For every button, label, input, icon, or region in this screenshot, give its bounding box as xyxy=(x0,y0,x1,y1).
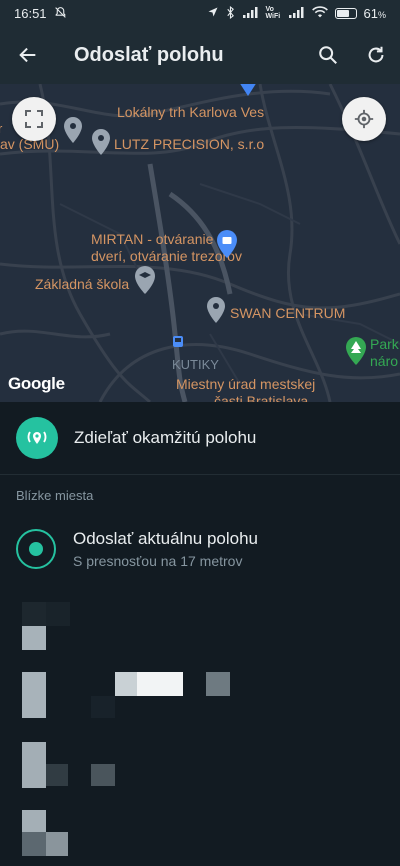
poi-label[interactable]: Park xyxy=(370,336,399,353)
vowifi-label: Vo WiFi xyxy=(265,6,281,20)
park-pin-icon[interactable] xyxy=(345,337,367,365)
poi-label[interactable]: MIRTAN - otváranie xyxy=(91,231,213,248)
share-live-location-row[interactable]: Zdieľať okamžitú polohu xyxy=(0,402,400,474)
status-time: 16:51 xyxy=(14,5,47,21)
list-item[interactable] xyxy=(0,668,400,726)
fullscreen-button[interactable] xyxy=(12,97,56,141)
poi-label[interactable]: SWAN CENTRUM xyxy=(230,305,345,322)
grey-pin-icon[interactable] xyxy=(91,129,111,155)
grey-pin-icon[interactable] xyxy=(206,297,226,323)
google-logo: Google xyxy=(8,374,65,393)
bluetooth-icon xyxy=(226,5,236,21)
shopping-pin-icon[interactable] xyxy=(216,230,238,258)
divider xyxy=(0,474,400,475)
transit-stop-icon[interactable] xyxy=(172,336,184,350)
list-item[interactable] xyxy=(0,740,400,798)
app-bar: Odoslať polohu xyxy=(0,26,400,84)
battery-percent: 61% xyxy=(363,5,386,21)
live-location-icon xyxy=(16,417,58,459)
location-arrow-icon xyxy=(207,6,219,20)
area-label[interactable]: KUTIKY xyxy=(172,356,219,373)
poi-label[interactable]: časti Bratislava xyxy=(214,393,308,402)
poi-label[interactable]: Miestny úrad mestskej xyxy=(176,376,315,393)
signal-icon xyxy=(242,6,259,20)
crosshair-icon xyxy=(354,109,374,129)
fullscreen-icon xyxy=(25,110,43,128)
current-location-accuracy: S presnosťou na 17 metrov xyxy=(73,553,243,569)
place-marker-icon[interactable] xyxy=(239,84,257,96)
list-item[interactable] xyxy=(0,808,400,866)
school-pin-icon[interactable] xyxy=(134,266,156,294)
search-icon xyxy=(319,46,337,64)
page-title: Odoslať polohu xyxy=(74,43,224,66)
bell-off-icon xyxy=(54,6,67,21)
signal-icon-2 xyxy=(288,6,305,20)
refresh-icon xyxy=(368,46,384,63)
status-bar: 16:51 Vo WiFi 61% xyxy=(0,0,400,26)
send-current-location-row[interactable]: Odoslať aktuálnu polohu S presnosťou na … xyxy=(0,518,400,580)
map-view[interactable]: Lokálny trh Karlova Ves rove LUTZ PRECIS… xyxy=(0,84,400,402)
wifi-icon xyxy=(311,6,328,20)
my-location-button[interactable] xyxy=(342,97,386,141)
refresh-button[interactable] xyxy=(352,26,400,84)
list-item[interactable] xyxy=(0,596,400,654)
poi-label[interactable]: náro xyxy=(370,353,398,370)
back-button[interactable] xyxy=(0,26,56,84)
poi-label[interactable]: LUTZ PRECISION, s.r.o xyxy=(114,136,264,153)
poi-label[interactable]: Lokálny trh Karlova Ves xyxy=(117,104,264,121)
arrow-left-icon xyxy=(19,47,36,63)
nearby-places-header: Blízke miesta xyxy=(16,488,94,503)
battery-icon xyxy=(334,7,357,19)
search-button[interactable] xyxy=(304,26,352,84)
share-live-label: Zdieľať okamžitú polohu xyxy=(74,428,257,447)
current-location-icon xyxy=(16,529,56,569)
current-location-title: Odoslať aktuálnu polohu xyxy=(73,529,259,548)
grey-pin-icon[interactable] xyxy=(63,117,83,143)
poi-label[interactable]: Základná škola xyxy=(35,276,129,293)
